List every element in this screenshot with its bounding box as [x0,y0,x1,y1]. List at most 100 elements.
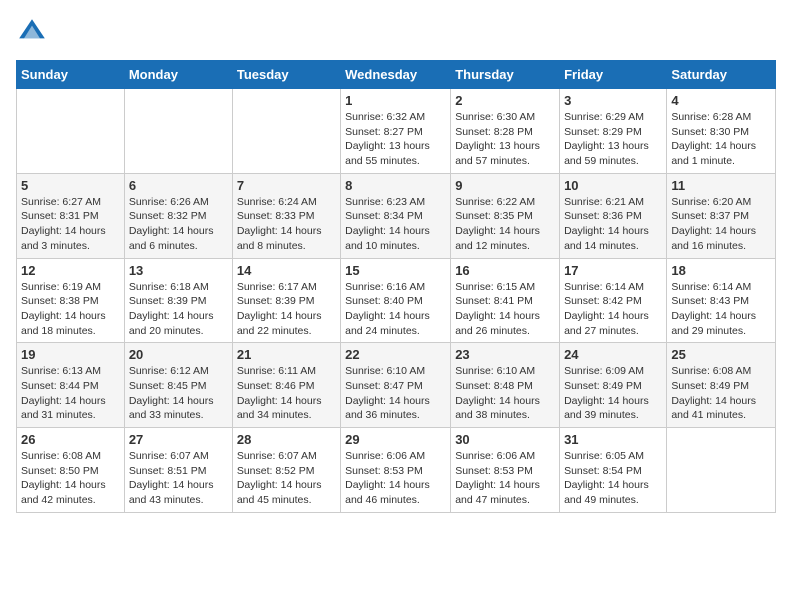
day-number: 23 [455,347,555,362]
calendar-header-row: SundayMondayTuesdayWednesdayThursdayFrid… [17,61,776,89]
day-cell: 9 Sunrise: 6:22 AM Sunset: 8:35 PM Daylig… [451,173,560,258]
day-cell: 19 Sunrise: 6:13 AM Sunset: 8:44 PM Dayli… [17,343,125,428]
day-number: 11 [671,178,771,193]
day-info: Sunrise: 6:27 AM Sunset: 8:31 PM Dayligh… [21,195,120,254]
column-header-wednesday: Wednesday [341,61,451,89]
day-cell [124,89,232,174]
day-info: Sunrise: 6:07 AM Sunset: 8:52 PM Dayligh… [237,449,336,508]
day-number: 24 [564,347,662,362]
day-cell [667,428,776,513]
day-cell: 21 Sunrise: 6:11 AM Sunset: 8:46 PM Dayli… [232,343,340,428]
day-cell: 10 Sunrise: 6:21 AM Sunset: 8:36 PM Dayli… [560,173,667,258]
day-number: 9 [455,178,555,193]
day-number: 30 [455,432,555,447]
day-info: Sunrise: 6:06 AM Sunset: 8:53 PM Dayligh… [455,449,555,508]
day-info: Sunrise: 6:26 AM Sunset: 8:32 PM Dayligh… [129,195,228,254]
column-header-thursday: Thursday [451,61,560,89]
day-info: Sunrise: 6:12 AM Sunset: 8:45 PM Dayligh… [129,364,228,423]
day-info: Sunrise: 6:05 AM Sunset: 8:54 PM Dayligh… [564,449,662,508]
day-info: Sunrise: 6:14 AM Sunset: 8:42 PM Dayligh… [564,280,662,339]
day-number: 1 [345,93,446,108]
calendar-table: SundayMondayTuesdayWednesdayThursdayFrid… [16,60,776,513]
week-row-3: 19 Sunrise: 6:13 AM Sunset: 8:44 PM Dayli… [17,343,776,428]
day-cell: 28 Sunrise: 6:07 AM Sunset: 8:52 PM Dayli… [232,428,340,513]
day-number: 31 [564,432,662,447]
day-cell: 14Sunrise: 6:17 AM Sunset: 8:39 PM Dayli… [232,258,340,343]
day-number: 21 [237,347,336,362]
day-number: 16 [455,263,555,278]
day-number: 6 [129,178,228,193]
week-row-0: 1 Sunrise: 6:32 AM Sunset: 8:27 PM Daylig… [17,89,776,174]
day-number: 18 [671,263,771,278]
day-info: Sunrise: 6:24 AM Sunset: 8:33 PM Dayligh… [237,195,336,254]
day-cell: 8 Sunrise: 6:23 AM Sunset: 8:34 PM Daylig… [341,173,451,258]
header [16,16,776,48]
day-info: Sunrise: 6:06 AM Sunset: 8:53 PM Dayligh… [345,449,446,508]
day-info: Sunrise: 6:23 AM Sunset: 8:34 PM Dayligh… [345,195,446,254]
day-number: 15 [345,263,446,278]
day-info: Sunrise: 6:19 AM Sunset: 8:38 PM Dayligh… [21,280,120,339]
day-cell: 30 Sunrise: 6:06 AM Sunset: 8:53 PM Dayli… [451,428,560,513]
day-cell: 5Sunrise: 6:27 AM Sunset: 8:31 PM Daylig… [17,173,125,258]
day-info: Sunrise: 6:30 AM Sunset: 8:28 PM Dayligh… [455,110,555,169]
column-header-tuesday: Tuesday [232,61,340,89]
day-info: Sunrise: 6:28 AM Sunset: 8:30 PM Dayligh… [671,110,771,169]
day-cell: 13 Sunrise: 6:18 AM Sunset: 8:39 PM Dayli… [124,258,232,343]
day-cell [232,89,340,174]
day-info: Sunrise: 6:08 AM Sunset: 8:50 PM Dayligh… [21,449,120,508]
day-cell [17,89,125,174]
day-cell: 25Sunrise: 6:08 AM Sunset: 8:49 PM Dayli… [667,343,776,428]
column-header-sunday: Sunday [17,61,125,89]
day-info: Sunrise: 6:18 AM Sunset: 8:39 PM Dayligh… [129,280,228,339]
day-number: 13 [129,263,228,278]
day-cell: 7 Sunrise: 6:24 AM Sunset: 8:33 PM Daylig… [232,173,340,258]
day-info: Sunrise: 6:32 AM Sunset: 8:27 PM Dayligh… [345,110,446,169]
day-number: 26 [21,432,120,447]
day-cell: 12Sunrise: 6:19 AM Sunset: 8:38 PM Dayli… [17,258,125,343]
day-info: Sunrise: 6:08 AM Sunset: 8:49 PM Dayligh… [671,364,771,423]
day-cell: 27Sunrise: 6:07 AM Sunset: 8:51 PM Dayli… [124,428,232,513]
day-cell: 4 Sunrise: 6:28 AM Sunset: 8:30 PM Daylig… [667,89,776,174]
column-header-monday: Monday [124,61,232,89]
day-cell: 22Sunrise: 6:10 AM Sunset: 8:47 PM Dayli… [341,343,451,428]
day-info: Sunrise: 6:13 AM Sunset: 8:44 PM Dayligh… [21,364,120,423]
day-info: Sunrise: 6:16 AM Sunset: 8:40 PM Dayligh… [345,280,446,339]
day-cell: 26 Sunrise: 6:08 AM Sunset: 8:50 PM Dayli… [17,428,125,513]
logo-icon [16,16,48,48]
day-info: Sunrise: 6:15 AM Sunset: 8:41 PM Dayligh… [455,280,555,339]
day-cell: 20Sunrise: 6:12 AM Sunset: 8:45 PM Dayli… [124,343,232,428]
day-info: Sunrise: 6:22 AM Sunset: 8:35 PM Dayligh… [455,195,555,254]
day-number: 2 [455,93,555,108]
day-cell: 3Sunrise: 6:29 AM Sunset: 8:29 PM Daylig… [560,89,667,174]
week-row-4: 26 Sunrise: 6:08 AM Sunset: 8:50 PM Dayli… [17,428,776,513]
day-info: Sunrise: 6:21 AM Sunset: 8:36 PM Dayligh… [564,195,662,254]
day-info: Sunrise: 6:09 AM Sunset: 8:49 PM Dayligh… [564,364,662,423]
day-number: 10 [564,178,662,193]
day-number: 22 [345,347,446,362]
day-cell: 29Sunrise: 6:06 AM Sunset: 8:53 PM Dayli… [341,428,451,513]
day-cell: 16 Sunrise: 6:15 AM Sunset: 8:41 PM Dayli… [451,258,560,343]
day-number: 8 [345,178,446,193]
day-number: 7 [237,178,336,193]
day-info: Sunrise: 6:11 AM Sunset: 8:46 PM Dayligh… [237,364,336,423]
week-row-2: 12Sunrise: 6:19 AM Sunset: 8:38 PM Dayli… [17,258,776,343]
column-header-saturday: Saturday [667,61,776,89]
day-cell: 31 Sunrise: 6:05 AM Sunset: 8:54 PM Dayli… [560,428,667,513]
day-info: Sunrise: 6:10 AM Sunset: 8:48 PM Dayligh… [455,364,555,423]
day-number: 4 [671,93,771,108]
day-cell: 23 Sunrise: 6:10 AM Sunset: 8:48 PM Dayli… [451,343,560,428]
day-cell: 1 Sunrise: 6:32 AM Sunset: 8:27 PM Daylig… [341,89,451,174]
day-number: 27 [129,432,228,447]
day-number: 28 [237,432,336,447]
day-number: 3 [564,93,662,108]
column-header-friday: Friday [560,61,667,89]
day-number: 14 [237,263,336,278]
day-info: Sunrise: 6:14 AM Sunset: 8:43 PM Dayligh… [671,280,771,339]
page: SundayMondayTuesdayWednesdayThursdayFrid… [0,0,792,612]
day-cell: 6 Sunrise: 6:26 AM Sunset: 8:32 PM Daylig… [124,173,232,258]
day-cell: 2 Sunrise: 6:30 AM Sunset: 8:28 PM Daylig… [451,89,560,174]
day-cell: 17 Sunrise: 6:14 AM Sunset: 8:42 PM Dayli… [560,258,667,343]
day-number: 17 [564,263,662,278]
day-number: 19 [21,347,120,362]
day-cell: 15 Sunrise: 6:16 AM Sunset: 8:40 PM Dayli… [341,258,451,343]
